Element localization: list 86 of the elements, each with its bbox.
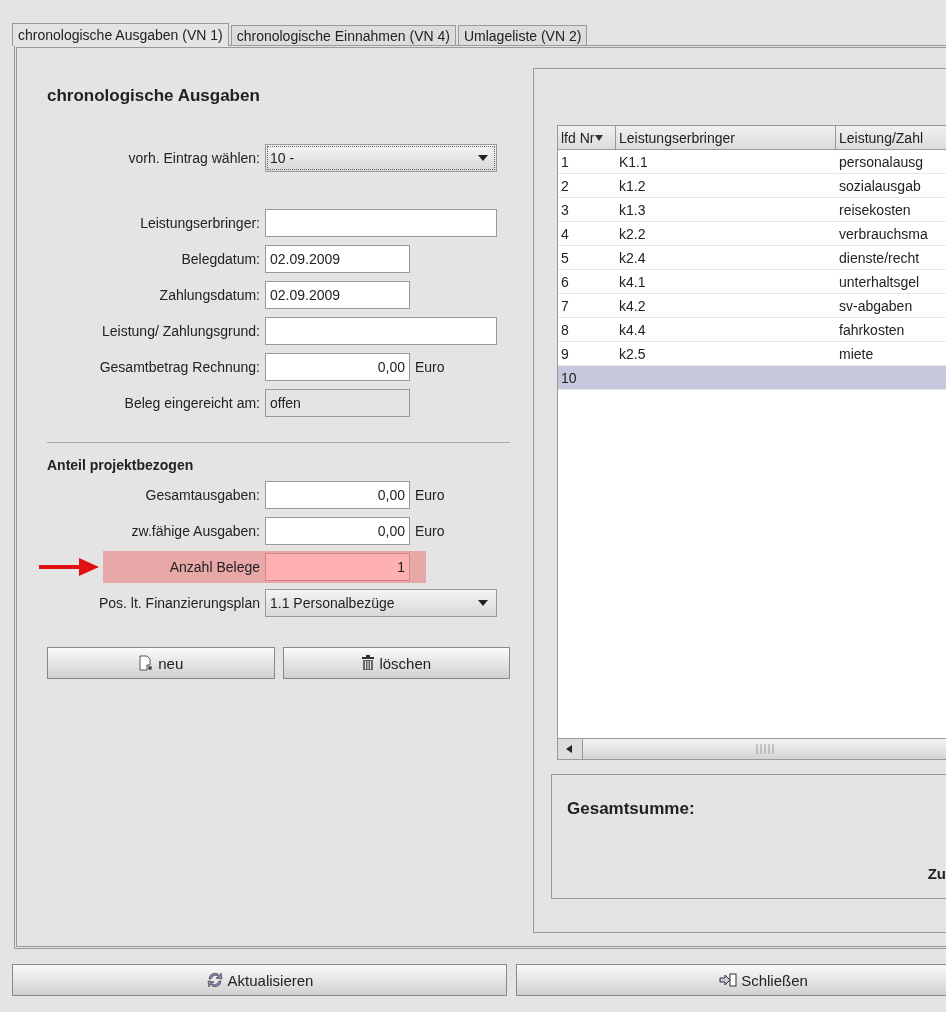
scroll-left-icon	[566, 745, 572, 753]
field-label: Leistung/ Zahlungsgrund:	[101, 323, 261, 339]
table-cell: 6	[561, 273, 569, 290]
table-cell: k2.5	[619, 345, 646, 362]
field-label: zw.fähige Ausgaben:	[130, 523, 261, 539]
table-cell: personalausg	[839, 153, 924, 170]
table-row[interactable]: 1 K1.1 personalausg	[558, 150, 946, 174]
table-cell: 7	[561, 297, 569, 314]
number-field[interactable]: 1	[265, 553, 410, 581]
table-cell: k4.4	[619, 321, 646, 338]
sort-caret-icon	[595, 134, 604, 141]
new-document-icon	[138, 655, 155, 671]
section-title: Anteil projektbezogen	[47, 457, 195, 473]
entry-dropdown[interactable]: 10 -	[265, 144, 497, 172]
tab[interactable]: chronologische Ausgaben (VN 1)	[12, 23, 229, 46]
table-row[interactable]: 7 k4.2 sv-abgaben	[558, 294, 946, 318]
table-cell: miete	[839, 345, 874, 362]
form-title: chronologische Ausgaben	[47, 86, 261, 106]
field-label: vorh. Eintrag wählen:	[127, 150, 261, 166]
table-row[interactable]: 6 k4.1 unterhaltsgel	[558, 270, 946, 294]
field-label: Anzahl Belege	[168, 559, 261, 575]
field-label: Belegdatum:	[180, 251, 261, 267]
unit-label: Euro	[415, 523, 445, 539]
table-row[interactable]: 4 k2.2 verbrauchsma	[558, 222, 946, 246]
tab[interactable]: chronologische Einnahmen (VN 4)	[230, 25, 456, 45]
delete-button[interactable]: löschen	[282, 647, 510, 679]
unit-label: Euro	[415, 487, 445, 503]
field-label: Leistungserbringer:	[139, 215, 261, 231]
table-cell: k4.2	[619, 297, 646, 314]
text-field[interactable]	[265, 317, 497, 345]
tab[interactable]: Umlageliste (VN 2)	[457, 25, 588, 45]
table-row[interactable]: 2 k1.2 sozialausgab	[558, 174, 946, 198]
table-cell: k2.2	[619, 225, 646, 242]
table-cell: 9	[561, 345, 569, 362]
column-header[interactable]: lfd Nr	[558, 126, 616, 149]
table-cell: sozialausgab	[839, 177, 921, 194]
table-cell: 5	[561, 249, 569, 266]
field-label: Pos. lt. Finanzierungsplan	[97, 595, 261, 611]
refresh-icon	[205, 971, 224, 989]
column-header[interactable]: Leistung/Zahl	[836, 126, 946, 149]
pointer-arrow-icon	[39, 556, 101, 578]
table-cell: 10	[561, 369, 577, 386]
table-cell: reisekosten	[839, 201, 911, 218]
caret-icon	[478, 155, 488, 161]
table-row[interactable]: 8 k4.4 fahrkosten	[558, 318, 946, 342]
refresh-button[interactable]: Aktualisieren	[12, 964, 507, 996]
table-cell: verbrauchsma	[839, 225, 928, 242]
number-field[interactable]: 0,00	[265, 481, 410, 509]
table-cell: 8	[561, 321, 569, 338]
new-button[interactable]: neu	[47, 647, 275, 679]
column-header[interactable]: Leistungserbringer	[616, 126, 836, 149]
table-cell: unterhaltsgel	[839, 273, 920, 290]
table-cell: 1	[561, 153, 569, 170]
summary-label: Zu	[927, 865, 946, 882]
table-cell: 3	[561, 201, 569, 218]
caret-icon	[478, 600, 488, 606]
table-row[interactable]: 10	[558, 366, 946, 390]
amount-field[interactable]: 0,00	[265, 353, 410, 381]
close-button[interactable]: Schließen	[516, 964, 946, 996]
table-cell: k4.1	[619, 273, 646, 290]
plan-position-dropdown[interactable]: 1.1 Personalbezüge	[265, 589, 497, 617]
table-cell: dienste/recht	[839, 249, 920, 266]
trash-icon	[361, 655, 376, 671]
table-cell: k1.3	[619, 201, 646, 218]
summary-title: Gesamtsumme:	[566, 798, 696, 819]
field-label: Gesamtausgaben:	[144, 487, 261, 503]
grip-icon	[755, 744, 774, 754]
field-label: Beleg eingereicht am:	[123, 395, 261, 411]
table-cell: fahrkosten	[839, 321, 905, 338]
table-cell: sv-abgaben	[839, 297, 913, 314]
table-cell: 2	[561, 177, 569, 194]
table-cell: k1.2	[619, 177, 646, 194]
table-row[interactable]: 5 k2.4 dienste/recht	[558, 246, 946, 270]
date-field[interactable]: 02.09.2009	[265, 245, 410, 273]
date-field[interactable]: 02.09.2009	[265, 281, 410, 309]
table-row[interactable]: 3 k1.3 reisekosten	[558, 198, 946, 222]
field-label: Zahlungsdatum:	[158, 287, 261, 303]
exit-icon	[719, 973, 738, 987]
table-cell: k2.4	[619, 249, 646, 266]
readonly-field[interactable]: offen	[265, 389, 410, 417]
field-label: Gesamtbetrag Rechnung:	[98, 359, 261, 375]
table-cell: 4	[561, 225, 569, 242]
unit-label: Euro	[415, 359, 445, 375]
number-field[interactable]: 0,00	[265, 517, 410, 545]
text-field[interactable]	[265, 209, 497, 237]
table-cell: K1.1	[619, 153, 648, 170]
